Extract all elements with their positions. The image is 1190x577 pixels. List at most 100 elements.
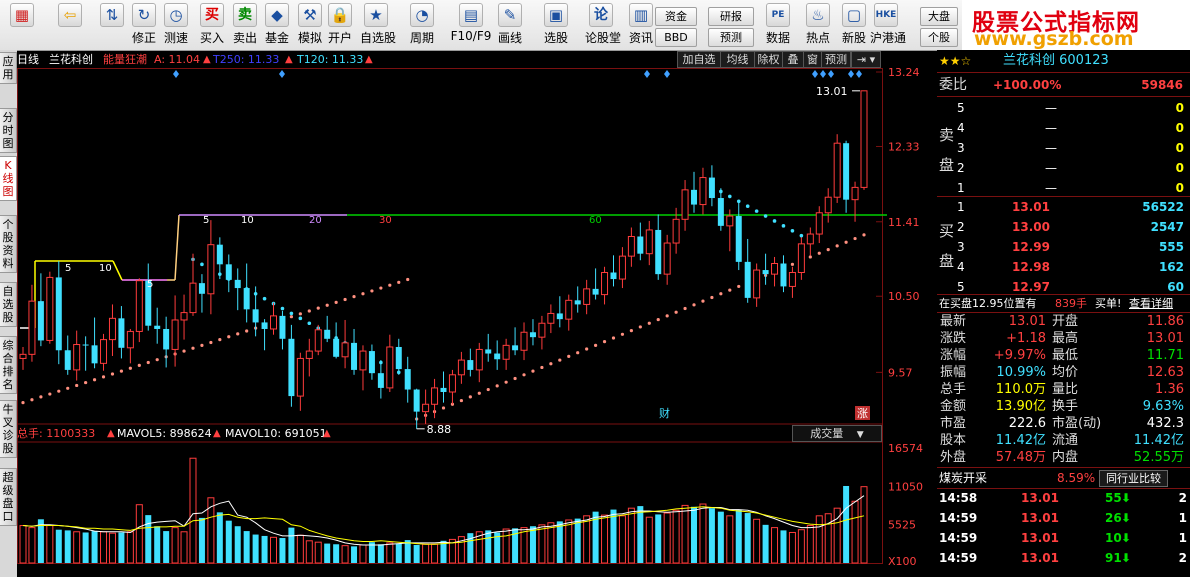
bbd-button[interactable]: BBD bbox=[655, 28, 697, 47]
left-tab-2[interactable]: 分时图 bbox=[0, 108, 17, 153]
volume-bar bbox=[270, 536, 278, 564]
volume-indicator-label: 成交量 bbox=[810, 427, 844, 440]
pen-button[interactable]: ✎ 画线 bbox=[494, 3, 526, 47]
buy-button[interactable]: 买买入 bbox=[196, 3, 228, 47]
left-tab-5[interactable]: 自选股 bbox=[0, 282, 17, 327]
hkex-icon: HKE bbox=[874, 3, 898, 27]
volume-bar bbox=[627, 507, 635, 564]
sector-name[interactable]: 煤炭开采 bbox=[939, 469, 987, 487]
volume-bar bbox=[351, 546, 358, 563]
fund-flow-button[interactable]: 资金 bbox=[655, 7, 697, 26]
volume-indicator-select[interactable]: 成交量 ▼ bbox=[792, 425, 882, 442]
toolbar-label: 资讯 bbox=[628, 31, 653, 45]
data-button[interactable]: PE 数据 bbox=[762, 3, 794, 47]
left-tab-6[interactable]: 综合排名 bbox=[0, 336, 17, 394]
trend-dot bbox=[763, 214, 768, 218]
bid-volume: 555 bbox=[1158, 240, 1184, 254]
f10-button[interactable]: ▤ F10/F9 bbox=[448, 3, 494, 47]
diamond-marker bbox=[820, 70, 826, 78]
left-tab-3[interactable]: K线图 bbox=[0, 156, 17, 201]
stat-label: 内盘 bbox=[1052, 450, 1079, 465]
indicator-name[interactable]: 能量狂潮 bbox=[103, 51, 147, 68]
volume-bar bbox=[225, 520, 232, 563]
bid-row[interactable]: 1 13.01 56522 bbox=[957, 197, 1190, 217]
windows-button[interactable]: ▦ bbox=[6, 3, 38, 47]
candle-body bbox=[55, 277, 62, 351]
left-tab-7[interactable]: 牛叉诊股 bbox=[0, 400, 17, 458]
period-button[interactable]: ◔ 周期 bbox=[406, 3, 438, 47]
hkex-button[interactable]: HKE 沪港通 bbox=[870, 3, 906, 47]
screen-button[interactable]: ▣ 选股 bbox=[540, 3, 572, 47]
candle-body bbox=[762, 270, 769, 275]
sell-button[interactable]: 卖卖出 bbox=[229, 3, 261, 47]
candle-body bbox=[655, 229, 662, 275]
stat-label: 涨跌 bbox=[940, 331, 967, 346]
bid-note-link[interactable]: 查看详细 bbox=[1129, 295, 1173, 312]
trend-dot bbox=[406, 277, 410, 282]
left-tab-4[interactable]: 个股资料 bbox=[0, 215, 17, 273]
news-button[interactable]: ▥ 资讯 bbox=[625, 3, 657, 47]
ask-row[interactable]: 3 — 0 bbox=[957, 138, 1190, 158]
candle-body bbox=[520, 331, 528, 351]
volume-bar bbox=[663, 512, 671, 564]
ask-row[interactable]: 2 — 0 bbox=[957, 158, 1190, 178]
volume-bar bbox=[485, 530, 492, 563]
star-button[interactable]: ★ 自选股 bbox=[360, 3, 396, 47]
candle-body bbox=[502, 344, 510, 360]
period-label[interactable]: 日线 bbox=[17, 51, 39, 68]
hot-button[interactable]: ♨ 热点 bbox=[802, 3, 834, 47]
forecast-button[interactable]: 预测 bbox=[821, 51, 851, 68]
left-tab-8[interactable]: 超级盘口 bbox=[0, 468, 17, 526]
up-down-button[interactable]: ⇅ bbox=[96, 3, 128, 47]
overlay-button[interactable]: 叠 bbox=[782, 51, 804, 68]
star-icon[interactable]: ★★☆ bbox=[939, 50, 971, 72]
candle-body bbox=[610, 272, 617, 280]
bid-row[interactable]: 2 13.00 2547 bbox=[957, 217, 1190, 237]
candle-body bbox=[207, 244, 215, 295]
ask-row[interactable]: 1 — 0 bbox=[957, 178, 1190, 198]
volume-bar bbox=[824, 513, 832, 564]
bid-price: 12.99 bbox=[1012, 240, 1050, 254]
clock-button[interactable]: ◷ 测速 bbox=[160, 3, 192, 47]
candle-body bbox=[815, 212, 823, 235]
volume-bar bbox=[547, 522, 555, 564]
back-arrow-button[interactable]: ⇦ bbox=[54, 3, 86, 47]
market-button[interactable]: 大盘 bbox=[920, 7, 958, 26]
window-button[interactable]: 窗 bbox=[803, 51, 822, 68]
refresh-button[interactable]: ↻ 修正 bbox=[128, 3, 160, 47]
trend-dot bbox=[522, 373, 526, 377]
stat-row: 振幅 10.99% 均价 12.63 bbox=[940, 364, 1188, 382]
ask-row[interactable]: 4 — 0 bbox=[957, 118, 1190, 138]
lock-button[interactable]: 🔒 开户 bbox=[324, 3, 356, 47]
vol-tick-label: 16574 bbox=[888, 442, 923, 455]
stat-label: 开盘 bbox=[1052, 314, 1079, 329]
volume-bar bbox=[198, 517, 205, 563]
volume-bar bbox=[189, 457, 197, 564]
bid-row[interactable]: 3 12.99 555 bbox=[957, 237, 1190, 257]
bid-row[interactable]: 4 12.98 162 bbox=[957, 257, 1190, 277]
left-tab-1[interactable]: 应用 bbox=[0, 52, 17, 84]
add-watchlist-button[interactable]: 加自选 bbox=[677, 51, 721, 68]
ask-row[interactable]: 5 — 0 bbox=[957, 98, 1190, 118]
candle-body bbox=[494, 353, 501, 360]
ex-rights-button[interactable]: 除权 bbox=[754, 51, 783, 68]
fund-button[interactable]: ◆ 基金 bbox=[261, 3, 293, 47]
trend-dot bbox=[298, 316, 303, 321]
trend-dot bbox=[772, 219, 777, 223]
ipo-button[interactable]: ▢ 新股 bbox=[838, 3, 870, 47]
candle-body bbox=[663, 242, 671, 275]
research-button[interactable]: 研报 bbox=[708, 7, 754, 26]
forecast-button[interactable]: 预测 bbox=[708, 28, 754, 47]
candle-body bbox=[833, 142, 841, 198]
bid-volume: 56522 bbox=[1142, 200, 1184, 214]
stock-button[interactable]: 个股 bbox=[920, 28, 958, 47]
industry-compare-button[interactable]: 同行业比较 bbox=[1099, 470, 1168, 487]
volume-bar bbox=[431, 543, 439, 564]
kline-chart[interactable]: 13.24 12.33 11.41 10.50 9.57 16574 11050 5525 X1… bbox=[17, 68, 937, 577]
hammer-button[interactable]: ⚒ 模拟 bbox=[294, 3, 326, 47]
ma-button[interactable]: 均线 bbox=[720, 51, 755, 68]
forum-button[interactable]: 论论股堂 bbox=[585, 3, 621, 47]
trend-dot bbox=[638, 325, 642, 329]
chart-nav-icon[interactable]: ⇥ ▾ bbox=[851, 51, 881, 68]
trend-dot bbox=[325, 303, 329, 307]
